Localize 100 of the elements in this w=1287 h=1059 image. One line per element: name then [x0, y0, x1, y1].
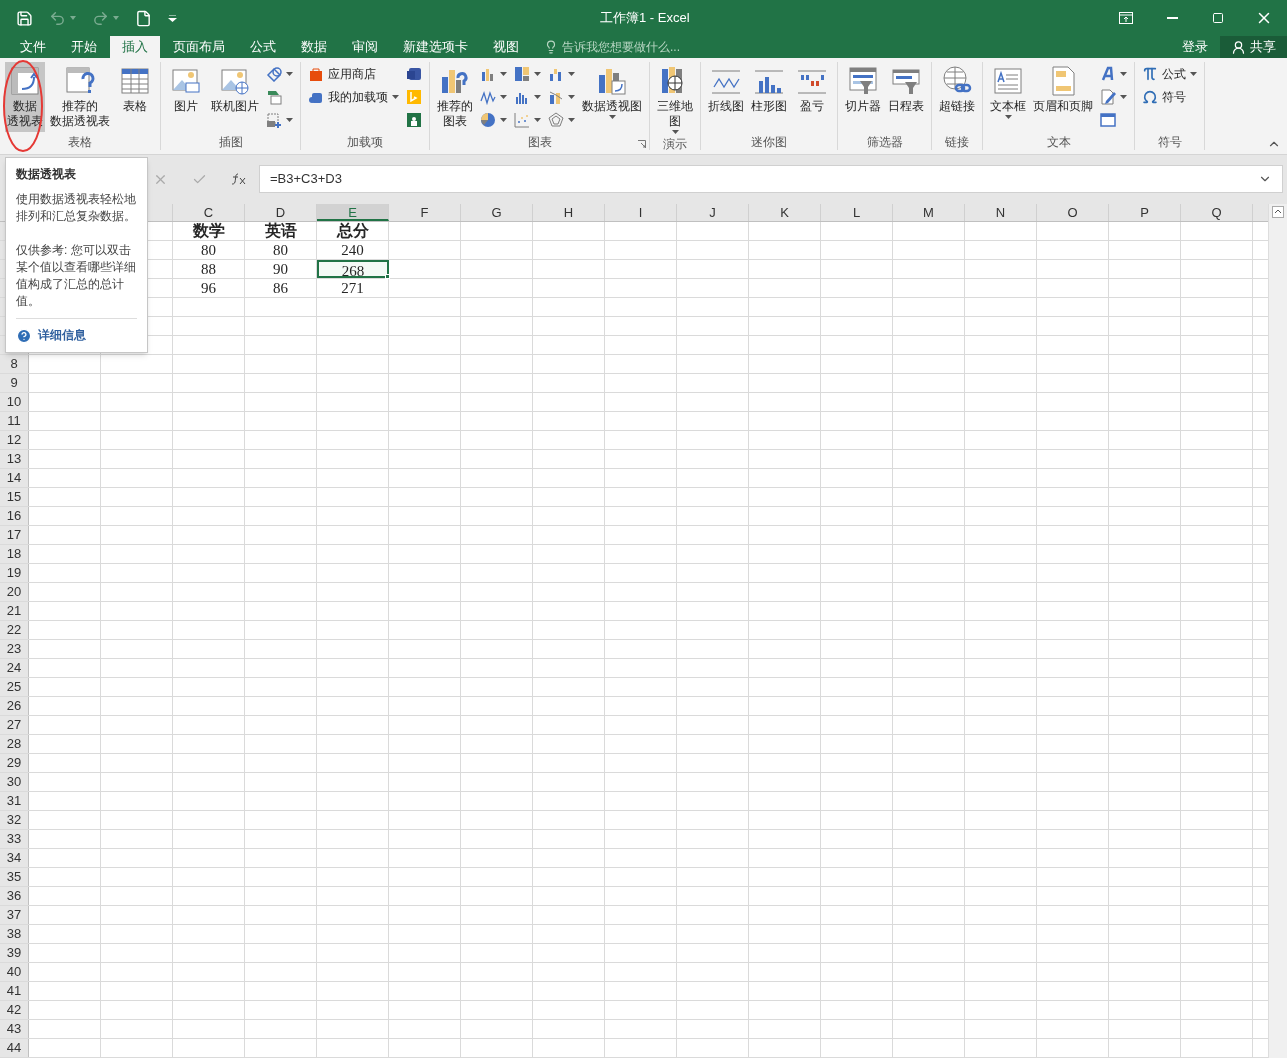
share-button[interactable]: 共享 — [1220, 36, 1287, 58]
column-header[interactable]: P — [1109, 204, 1181, 221]
formula-field[interactable]: =B3+C3+D3 — [259, 165, 1283, 193]
ribbon-button[interactable]: 图片 — [166, 62, 206, 117]
row-header[interactable]: 39 — [0, 944, 29, 962]
scroll-up-icon[interactable] — [1272, 206, 1284, 218]
column-header[interactable]: F — [389, 204, 461, 221]
ribbon-icon-button[interactable] — [1098, 88, 1129, 106]
ribbon-button[interactable]: 折线图 — [706, 62, 746, 117]
ribbon-button[interactable]: 数据透视图 — [580, 62, 644, 121]
ribbon-icon-button[interactable] — [264, 111, 295, 129]
ribbon-button[interactable]: 日程表 — [886, 62, 926, 117]
row-header[interactable]: 31 — [0, 792, 29, 810]
row-header[interactable]: 8 — [0, 355, 29, 373]
ribbon-icon-button[interactable] — [512, 65, 543, 83]
column-header[interactable]: C — [173, 204, 245, 221]
ribbon-button[interactable]: 公式 — [1140, 65, 1199, 83]
row-header[interactable]: 42 — [0, 1001, 29, 1019]
column-header[interactable]: K — [749, 204, 821, 221]
column-header[interactable]: L — [821, 204, 893, 221]
row-header[interactable]: 14 — [0, 469, 29, 487]
row-header[interactable]: 40 — [0, 963, 29, 981]
column-header[interactable]: M — [893, 204, 965, 221]
ribbon-icon-button[interactable] — [478, 111, 509, 129]
ribbon-tab[interactable]: 公式 — [238, 36, 288, 58]
row-header[interactable]: 24 — [0, 659, 29, 677]
column-header[interactable]: G — [461, 204, 533, 221]
vertical-scrollbar[interactable] — [1268, 204, 1287, 1058]
ribbon-icon-button[interactable] — [404, 111, 424, 129]
ribbon-button[interactable]: 页眉和页脚 — [1031, 62, 1095, 117]
row-header[interactable]: 30 — [0, 773, 29, 791]
row-header[interactable]: 35 — [0, 868, 29, 886]
row-header[interactable]: 11 — [0, 412, 29, 430]
ribbon-tab[interactable]: 新建选项卡 — [391, 36, 480, 58]
row-header[interactable]: 16 — [0, 507, 29, 525]
tell-me-field[interactable]: 告诉我您想要做什么... — [544, 36, 722, 58]
ribbon-icon-button[interactable] — [264, 65, 295, 83]
ribbon-button[interactable]: 符号 — [1140, 88, 1199, 106]
row-header[interactable]: 23 — [0, 640, 29, 658]
ribbon-tab[interactable]: 插入 — [110, 36, 160, 58]
row-header[interactable]: 38 — [0, 925, 29, 943]
save-icon — [16, 9, 33, 27]
function-icon[interactable] — [231, 173, 247, 185]
row-header[interactable]: 18 — [0, 545, 29, 563]
column-header[interactable]: I — [605, 204, 677, 221]
ribbon-button[interactable]: 切片器 — [843, 62, 883, 117]
fill-handle[interactable] — [385, 274, 390, 279]
row-header[interactable]: 25 — [0, 678, 29, 696]
ribbon-button[interactable]: 我的加载项 — [306, 88, 401, 106]
row-header[interactable]: 34 — [0, 849, 29, 867]
caret-icon — [500, 95, 507, 99]
row-header[interactable]: 26 — [0, 697, 29, 715]
ribbon-tab[interactable]: 页面布局 — [161, 36, 237, 58]
row-header[interactable]: 10 — [0, 393, 29, 411]
ribbon-button[interactable]: 三维地 图 — [655, 62, 695, 136]
ribbon-icon-button[interactable] — [512, 111, 543, 129]
row-header[interactable]: 9 — [0, 374, 29, 392]
row-header[interactable]: 32 — [0, 811, 29, 829]
row-header[interactable]: 28 — [0, 735, 29, 753]
row-header[interactable]: 15 — [0, 488, 29, 506]
ribbon-button[interactable]: 柱形图 — [749, 62, 789, 117]
ribbon-icon-button[interactable] — [404, 65, 424, 83]
row-header[interactable]: 21 — [0, 602, 29, 620]
dialog-launcher-icon[interactable] — [638, 140, 646, 148]
ribbon-button[interactable]: 文本框 — [988, 62, 1028, 121]
row-header[interactable]: 13 — [0, 450, 29, 468]
ribbon-tab[interactable]: 审阅 — [340, 36, 390, 58]
ribbon-button[interactable]: 盈亏 — [792, 62, 832, 117]
column-header[interactable]: E — [317, 204, 389, 221]
row-header[interactable]: 41 — [0, 982, 29, 1000]
ribbon-button[interactable]: 表格 — [115, 62, 155, 117]
ribbon-button[interactable]: 推荐的 图表 — [435, 62, 475, 132]
row-header[interactable]: 27 — [0, 716, 29, 734]
ribbon-button[interactable]: 联机图片 — [209, 62, 261, 117]
row-header[interactable]: 17 — [0, 526, 29, 544]
column-header[interactable]: J — [677, 204, 749, 221]
sign-in-link[interactable]: 登录 — [1170, 36, 1220, 58]
row-header[interactable]: 43 — [0, 1020, 29, 1038]
ribbon-tab[interactable]: 开始 — [59, 36, 109, 58]
row-header[interactable]: 20 — [0, 583, 29, 601]
ribbon-tab[interactable]: 数据 — [289, 36, 339, 58]
column-header[interactable]: N — [965, 204, 1037, 221]
row-header[interactable]: 37 — [0, 906, 29, 924]
more-info-link[interactable]: 详细信息 — [38, 327, 86, 344]
column-header[interactable]: O — [1037, 204, 1109, 221]
row-header[interactable]: 29 — [0, 754, 29, 772]
row-header[interactable]: 33 — [0, 830, 29, 848]
row-header[interactable]: 36 — [0, 887, 29, 905]
column-header[interactable]: H — [533, 204, 605, 221]
ribbon-tab[interactable]: 文件 — [8, 36, 58, 58]
ribbon-button[interactable]: 应用商店 — [306, 65, 401, 83]
ribbon-button[interactable]: 推荐的 数据透视表 — [48, 62, 112, 132]
row-header[interactable]: 22 — [0, 621, 29, 639]
ribbon-tab[interactable]: 视图 — [481, 36, 531, 58]
row-header[interactable]: 12 — [0, 431, 29, 449]
row-header[interactable]: 44 — [0, 1039, 29, 1057]
ribbon-icon-button[interactable] — [546, 111, 577, 129]
column-header[interactable]: Q — [1181, 204, 1253, 221]
ribbon-button[interactable]: 超链接 — [937, 62, 977, 117]
row-header[interactable]: 19 — [0, 564, 29, 582]
